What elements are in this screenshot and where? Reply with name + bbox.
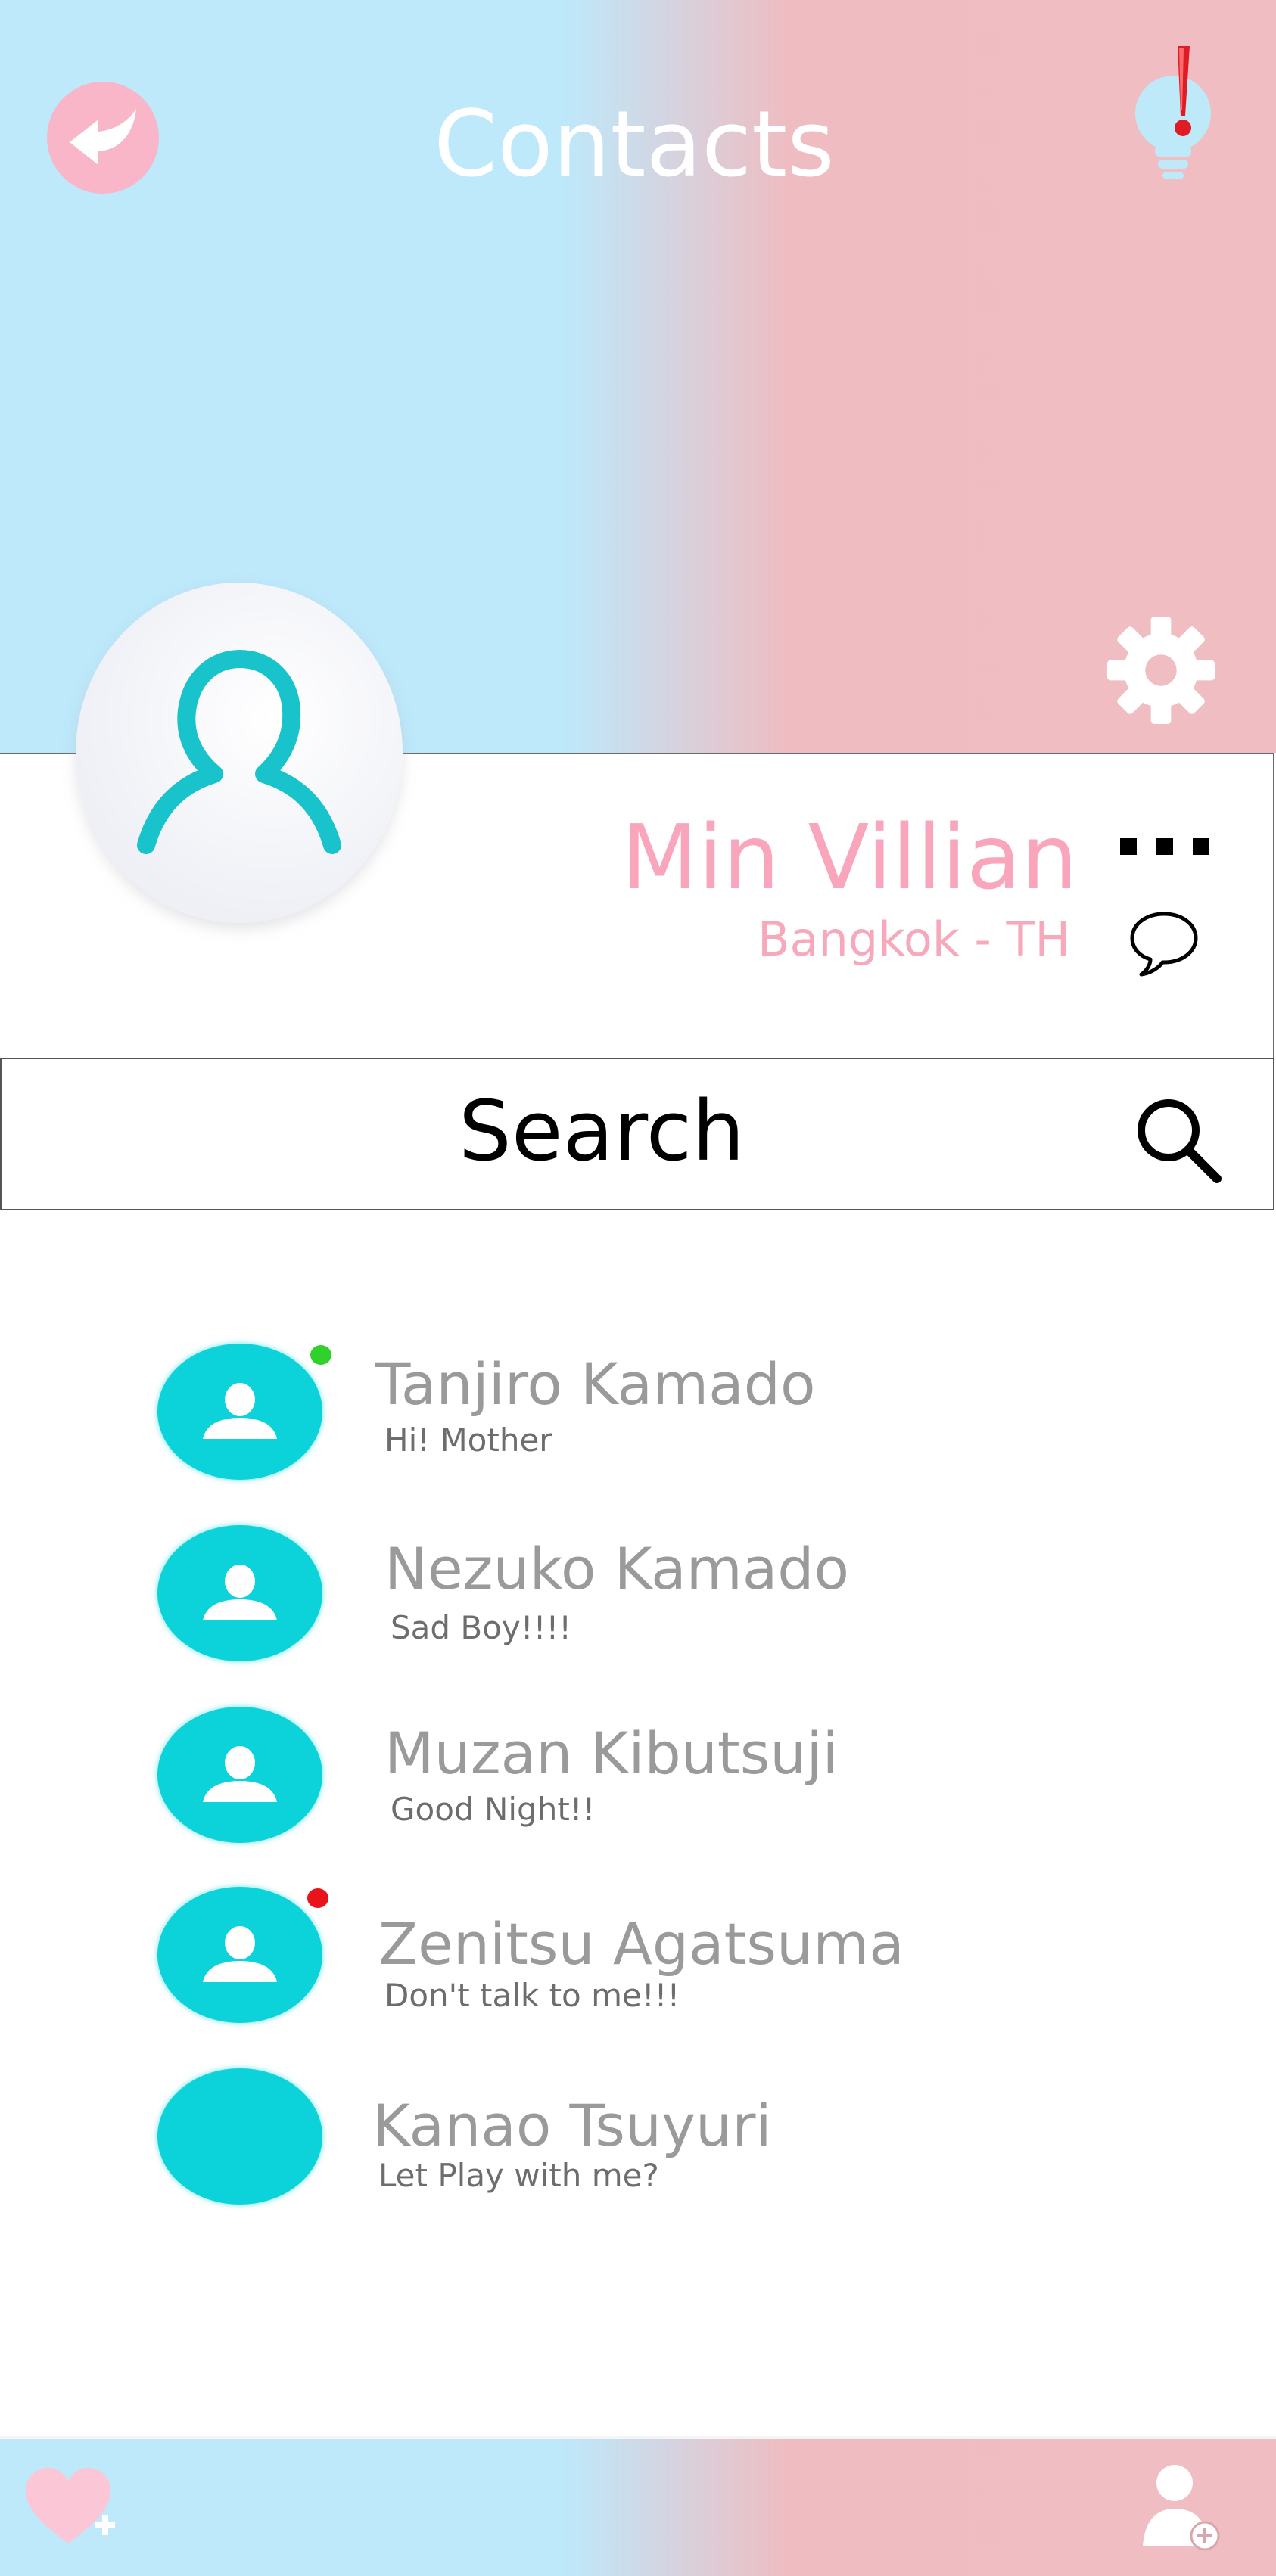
contact-row-tanjiro[interactable]: Tanjiro Kamado Hi! Mother — [0, 1344, 1276, 1495]
contact-row-kanao[interactable]: Kanao Tsuyuri Let Play with me? — [0, 2068, 1276, 2220]
contact-avatar — [157, 1707, 322, 1843]
contact-name: Muzan Kibutsuji — [384, 1720, 839, 1787]
contact-row-nezuko[interactable]: Nezuko Kamado Sad Boy!!!! — [0, 1525, 1276, 1676]
contact-name: Kanao Tsuyuri — [372, 2092, 772, 2159]
person-icon — [203, 1746, 277, 1802]
contact-row-muzan[interactable]: Muzan Kibutsuji Good Night!! — [0, 1707, 1276, 1858]
more-dots-icon[interactable] — [1120, 838, 1209, 861]
person-icon — [203, 1926, 277, 1982]
bottom-nav-bar — [0, 2436, 1276, 2576]
lightbulb-alert-icon[interactable] — [1129, 42, 1220, 185]
contact-name: Zenitsu Agatsuma — [378, 1910, 904, 1978]
person-icon — [203, 1565, 277, 1620]
contact-avatar — [157, 1887, 322, 2023]
gear-icon[interactable] — [1105, 614, 1217, 726]
dot — [1120, 838, 1137, 855]
contact-last-message: Good Night!! — [391, 1791, 596, 1828]
profile-avatar[interactable] — [76, 583, 403, 923]
contact-last-message: Sad Boy!!!! — [391, 1609, 572, 1646]
profile-name: Min Villian — [621, 805, 1078, 909]
contact-avatar — [157, 1525, 322, 1661]
chat-bubble-icon[interactable] — [1128, 909, 1200, 979]
dot — [1193, 838, 1209, 855]
contact-last-message: Hi! Mother — [384, 1422, 552, 1459]
person-icon — [203, 1383, 277, 1439]
contact-avatar — [157, 2068, 322, 2205]
contact-last-message: Don't talk to me!!! — [384, 1977, 680, 2014]
add-user-icon[interactable] — [1141, 2462, 1222, 2553]
search-icon[interactable] — [1132, 1094, 1223, 1185]
user-outline-icon — [137, 650, 341, 854]
contact-row-zenitsu[interactable]: Zenitsu Agatsuma Don't talk to me!!! — [0, 1887, 1276, 2038]
contact-last-message: Let Play with me? — [378, 2157, 659, 2194]
contact-name: Tanjiro Kamado — [375, 1350, 816, 1418]
contact-name: Nezuko Kamado — [384, 1535, 850, 1602]
page-title: Contacts — [434, 92, 835, 197]
dot — [1156, 838, 1173, 855]
heart-plus-icon[interactable] — [21, 2465, 120, 2553]
contact-avatar — [157, 1344, 322, 1480]
online-status-dot — [310, 1345, 331, 1365]
profile-location: Bangkok - TH — [758, 912, 1070, 967]
busy-status-dot — [307, 1888, 328, 1908]
search-input[interactable]: Search — [0, 1074, 1203, 1188]
